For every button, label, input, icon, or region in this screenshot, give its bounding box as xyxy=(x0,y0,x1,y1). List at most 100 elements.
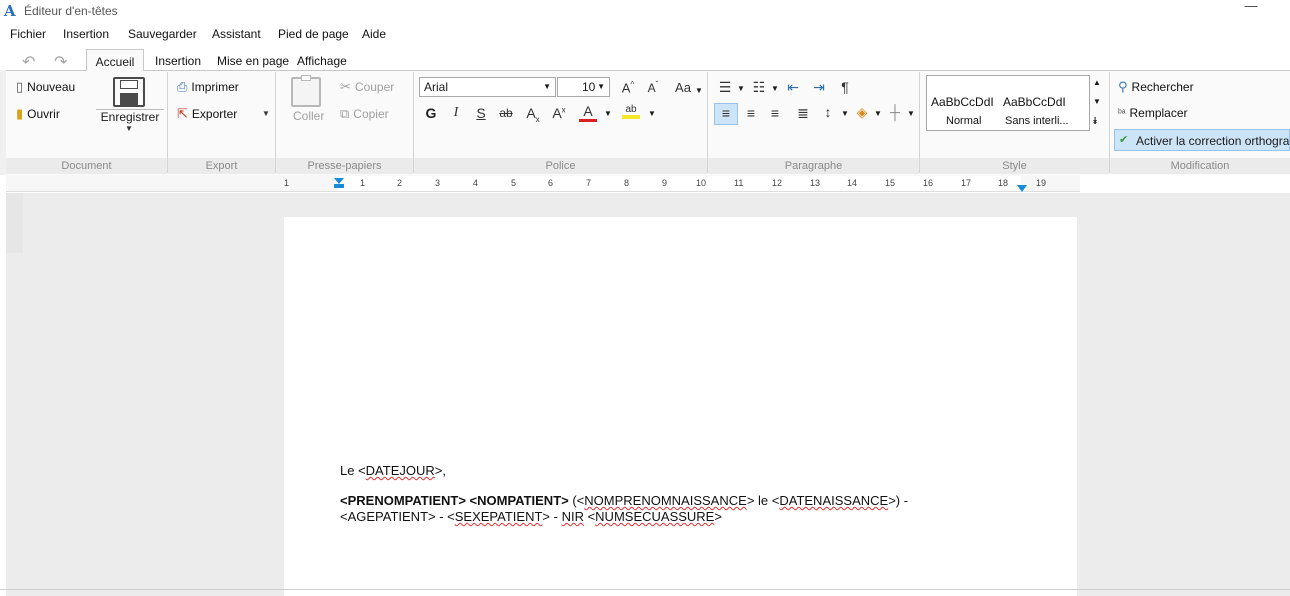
paste-icon[interactable] xyxy=(291,75,321,107)
ruler-number: 18 xyxy=(998,178,1009,188)
first-line-indent-marker[interactable] xyxy=(334,184,344,188)
bullet-list-icon[interactable]: ☰ xyxy=(716,79,734,96)
ruler-text-area xyxy=(338,176,1021,191)
find-label: Rechercher xyxy=(1131,80,1194,94)
font-color-button[interactable]: A xyxy=(579,103,597,122)
replace-button[interactable]: ᵇᵃ Remplacer xyxy=(1118,106,1188,120)
tab-affichage[interactable]: Affichage xyxy=(297,54,347,68)
tab-accueil[interactable]: Accueil xyxy=(86,49,144,71)
style-no-spacing-preview[interactable]: AaBbCcDdI xyxy=(1003,95,1066,109)
spellcheck-toggle[interactable]: ✔ Activer la correction orthographique xyxy=(1114,129,1290,151)
justify-icon[interactable]: ≣ xyxy=(794,105,812,122)
copy-button[interactable]: ⧉ Copier xyxy=(340,106,389,122)
ruler-number: 9 xyxy=(662,178,668,188)
shading-icon[interactable]: ◈ xyxy=(853,104,871,121)
ruler-number: 5 xyxy=(511,178,517,188)
style-normal-preview[interactable]: AaBbCcDdI xyxy=(931,95,994,109)
font-color-dropdown-icon[interactable]: ▼ xyxy=(604,109,612,118)
superscript-icon[interactable]: Ax xyxy=(550,105,568,121)
line-spacing-icon[interactable]: ↕ xyxy=(819,104,837,120)
bold-button[interactable]: G xyxy=(422,105,440,121)
tab-mise-en-page[interactable]: Mise en page xyxy=(217,54,289,68)
align-center-icon[interactable]: ≡ xyxy=(742,105,760,121)
menu-assistant[interactable]: Assistant xyxy=(212,27,261,41)
ruler-number: 10 xyxy=(696,178,707,188)
menu-bar: Fichier Insertion Sauvegarder Assistant … xyxy=(0,22,1290,44)
style-scroll-up-icon[interactable]: ▲ xyxy=(1093,78,1101,87)
style-normal-name[interactable]: Normal xyxy=(946,115,981,127)
save-icon[interactable] xyxy=(113,77,145,107)
scissors-icon: ✂ xyxy=(340,79,351,94)
borders-icon[interactable]: ┼ xyxy=(886,104,904,120)
export-button[interactable]: ⇱ Exporter xyxy=(177,106,237,122)
ruler-number: 17 xyxy=(961,178,972,188)
export-icon: ⇱ xyxy=(177,106,188,121)
align-left-icon: ≡ xyxy=(721,105,731,121)
spellcheck-label: Activer la correction orthographique xyxy=(1136,134,1290,148)
undo-icon[interactable]: ↶ xyxy=(22,52,35,72)
shading-dropdown-icon[interactable]: ▼ xyxy=(874,109,882,118)
shrink-font-icon[interactable]: Aˇ xyxy=(644,80,662,95)
cut-button[interactable]: ✂ Couper xyxy=(340,79,394,95)
subscript-icon[interactable]: Ax xyxy=(524,105,542,124)
open-button[interactable]: ▮ Ouvrir xyxy=(16,106,60,122)
pilcrow-button[interactable]: ¶ xyxy=(836,79,854,95)
redo-icon[interactable]: ↷ xyxy=(54,52,67,72)
minimize-button[interactable]: — xyxy=(1243,0,1259,16)
menu-aide[interactable]: Aide xyxy=(362,27,386,41)
grow-font-icon[interactable]: A^ xyxy=(619,80,637,95)
change-case-icon[interactable]: Aa xyxy=(672,80,694,95)
ruler-number: 16 xyxy=(923,178,934,188)
folder-icon: ▮ xyxy=(16,106,24,121)
borders-dropdown-icon[interactable]: ▼ xyxy=(907,109,915,118)
paste-label[interactable]: Coller xyxy=(293,109,324,123)
decrease-indent-icon[interactable]: ⇤ xyxy=(784,79,802,96)
save-dropdown-icon[interactable]: ▼ xyxy=(125,124,133,133)
highlight-icon[interactable]: ab xyxy=(622,104,640,119)
find-button[interactable]: ⚲ Rechercher xyxy=(1118,79,1194,95)
group-label-document: Document xyxy=(6,158,167,174)
chevron-down-icon: ▼ xyxy=(597,82,605,91)
save-button-label[interactable]: Enregistrer xyxy=(96,110,164,124)
ruler-number: 6 xyxy=(548,178,554,188)
strikethrough-button[interactable]: ab xyxy=(497,106,515,120)
style-expand-icon[interactable]: ⯯ xyxy=(1092,116,1098,127)
new-button[interactable]: ▯ Nouveau xyxy=(16,79,75,95)
align-right-icon[interactable]: ≡ xyxy=(766,105,784,121)
doc-line-patient[interactable]: <PRENOMPATIENT> <NOMPATIENT> (<NOMPRENOM… xyxy=(340,493,908,508)
bullet-dropdown-icon[interactable]: ▼ xyxy=(737,84,745,93)
font-name-value: Arial xyxy=(424,80,449,94)
line-spacing-dropdown-icon[interactable]: ▼ xyxy=(841,109,849,118)
print-button[interactable]: ⎙ Imprimer xyxy=(177,79,239,95)
group-label-modification: Modification xyxy=(1110,158,1290,174)
underline-button[interactable]: S xyxy=(472,105,490,121)
new-document-icon: ▯ xyxy=(16,79,24,94)
increase-indent-icon[interactable]: ⇥ xyxy=(810,79,828,96)
font-name-select[interactable]: Arial ▼ xyxy=(419,77,556,97)
menu-fichier[interactable]: Fichier xyxy=(10,27,46,41)
font-size-select[interactable]: 10 ▼ xyxy=(557,77,610,97)
ruler-number: 3 xyxy=(435,178,441,188)
right-indent-marker[interactable] xyxy=(1017,185,1027,192)
menu-pied-de-page[interactable]: Pied de page xyxy=(278,27,349,41)
ruler-number: 4 xyxy=(473,178,479,188)
style-no-spacing-name[interactable]: Sans interli... xyxy=(1005,115,1069,127)
ruler-number: 8 xyxy=(624,178,630,188)
menu-sauvegarder[interactable]: Sauvegarder xyxy=(128,27,197,41)
print-label: Imprimer xyxy=(191,80,239,94)
numbered-dropdown-icon[interactable]: ▼ xyxy=(771,84,779,93)
document-page[interactable] xyxy=(284,217,1077,596)
style-scroll-down-icon[interactable]: ▼ xyxy=(1093,97,1101,106)
doc-line-details[interactable]: <AGEPATIENT> - <SEXEPATIENT> - NIR <NUMS… xyxy=(340,509,722,524)
highlight-dropdown-icon[interactable]: ▼ xyxy=(648,109,656,118)
spellcheck-icon: ✔ xyxy=(1119,134,1129,146)
menu-insertion[interactable]: Insertion xyxy=(63,27,109,41)
ruler-number: 11 xyxy=(734,178,744,188)
numbered-list-icon[interactable]: ☷ xyxy=(750,79,768,96)
export-dropdown-icon[interactable]: ▼ xyxy=(262,109,270,118)
case-dropdown-icon[interactable]: ▼ xyxy=(695,86,703,95)
tab-insertion[interactable]: Insertion xyxy=(155,54,201,68)
group-label-paragraph: Paragraphe xyxy=(708,158,919,174)
italic-button[interactable]: I xyxy=(447,105,465,121)
doc-line-date[interactable]: Le <DATEJOUR>, xyxy=(340,463,446,478)
